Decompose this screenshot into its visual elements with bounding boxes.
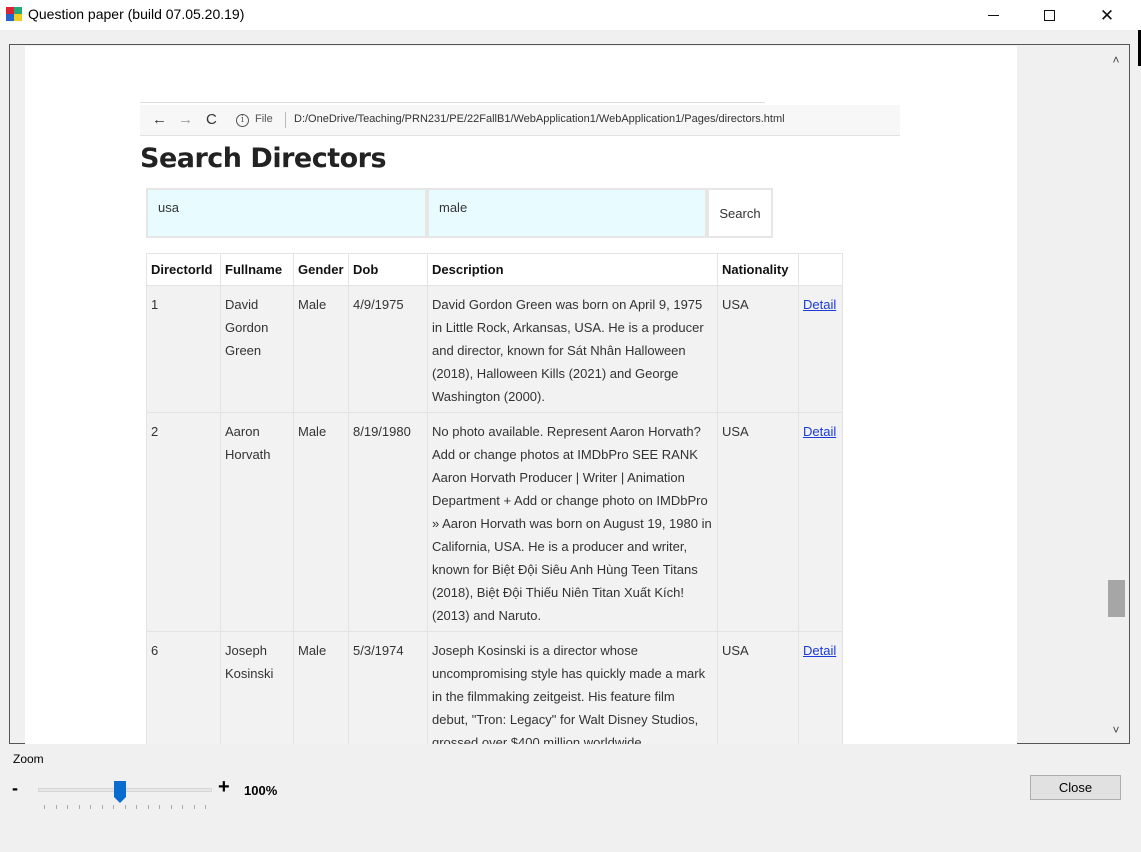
zoom-tick — [56, 805, 57, 809]
zoom-slider-thumb[interactable] — [113, 780, 127, 804]
zoom-tick — [102, 805, 103, 809]
column-header: Dob — [348, 253, 428, 286]
table-row: 1 David Gordon Green Male 4/9/1975 David… — [146, 285, 843, 413]
close-icon: ✕ — [1099, 5, 1115, 25]
zoom-minus-icon: - — [12, 778, 18, 798]
column-header: Description — [427, 253, 718, 286]
cell-nationality: USA — [717, 285, 799, 413]
table-header-row: DirectorId Fullname Gender Dob Descripti… — [146, 253, 843, 286]
zoom-tick — [125, 805, 126, 809]
zoom-tick — [113, 805, 114, 809]
cell-description: Joseph Kosinski is a director whose unco… — [427, 631, 718, 744]
column-header: Nationality — [717, 253, 799, 286]
zoom-ticks — [44, 805, 206, 811]
cell-fullname: Joseph Kosinski — [220, 631, 294, 744]
scrollbar-thumb[interactable] — [1108, 580, 1125, 617]
cell-gender: Male — [293, 631, 349, 744]
cell-dob: 5/3/1974 — [348, 631, 428, 744]
detail-link: Detail — [803, 297, 837, 312]
back-arrow-icon: ← — [152, 111, 167, 128]
divider — [140, 102, 765, 103]
cell-gender: Male — [293, 285, 349, 413]
column-header: DirectorId — [146, 253, 221, 286]
cell-id: 2 — [146, 412, 221, 632]
cell-id: 6 — [146, 631, 221, 744]
zoom-tick — [136, 805, 137, 809]
url-text: D:/OneDrive/Teaching/PRN231/PE/22FallB1/… — [294, 113, 785, 125]
table-row: 2 Aaron Horvath Male 8/19/1980 No photo … — [146, 412, 843, 632]
zoom-label: Zoom — [13, 752, 44, 766]
cell-dob: 8/19/1980 — [348, 412, 428, 632]
close-button[interactable]: Close — [1030, 775, 1121, 800]
maximize-button[interactable] — [1026, 0, 1072, 30]
column-header — [798, 253, 843, 286]
column-header: Fullname — [220, 253, 294, 286]
page-title: Search Directors — [140, 143, 387, 174]
reload-icon: C — [206, 111, 217, 128]
zoom-tick — [182, 805, 183, 809]
cell-fullname: David Gordon Green — [220, 285, 294, 413]
vertical-scrollbar[interactable]: ˄ ˅ — [1103, 45, 1129, 743]
directors-table: DirectorId Fullname Gender Dob Descripti… — [146, 253, 843, 744]
zoom-tick — [79, 805, 80, 809]
zoom-tick — [67, 805, 68, 809]
zoom-tick — [44, 805, 45, 809]
zoom-tick — [90, 805, 91, 809]
divider — [285, 112, 286, 128]
detail-link: Detail — [803, 643, 837, 658]
forward-arrow-icon: → — [178, 111, 193, 128]
window-title: Question paper (build 07.05.20.19) — [28, 6, 245, 22]
cell-dob: 4/9/1975 — [348, 285, 428, 413]
zoom-tick — [171, 805, 172, 809]
app-icon — [6, 7, 22, 21]
document-viewer[interactable]: ← → C i File D:/OneDrive/Teaching/PRN231… — [9, 44, 1130, 744]
search-button: Search — [707, 188, 773, 238]
detail-link: Detail — [803, 424, 837, 439]
question-page: ← → C i File D:/OneDrive/Teaching/PRN231… — [25, 46, 1017, 744]
zoom-plus-icon: + — [218, 776, 230, 798]
title-bar: Question paper (build 07.05.20.19) ✕ — [0, 0, 1141, 30]
cell-gender: Male — [293, 412, 349, 632]
cell-nationality: USA — [717, 412, 799, 632]
minimize-icon — [987, 14, 999, 16]
cell-nationality: USA — [717, 631, 799, 744]
minimize-button[interactable] — [970, 0, 1016, 30]
url-scheme: File — [255, 113, 273, 125]
zoom-value: 100% — [244, 783, 278, 798]
zoom-tick — [159, 805, 160, 809]
gender-input: male — [427, 188, 707, 238]
nationality-input: usa — [146, 188, 427, 238]
info-icon: i — [236, 114, 249, 127]
scroll-up-icon[interactable]: ˄ — [1103, 47, 1129, 73]
zoom-tick — [148, 805, 149, 809]
zoom-tick — [205, 805, 206, 809]
cell-description: No photo available. Represent Aaron Horv… — [427, 412, 718, 632]
cell-fullname: Aaron Horvath — [220, 412, 294, 632]
cell-description: David Gordon Green was born on April 9, … — [427, 285, 718, 413]
cell-id: 1 — [146, 285, 221, 413]
close-window-button[interactable]: ✕ — [1084, 0, 1130, 30]
maximize-icon — [1043, 9, 1055, 21]
table-row: 6 Joseph Kosinski Male 5/3/1974 Joseph K… — [146, 631, 843, 744]
zoom-tick — [194, 805, 195, 809]
address-bar: ← → C i File D:/OneDrive/Teaching/PRN231… — [140, 105, 900, 136]
column-header: Gender — [293, 253, 349, 286]
scroll-down-icon[interactable]: ˅ — [1103, 717, 1129, 743]
